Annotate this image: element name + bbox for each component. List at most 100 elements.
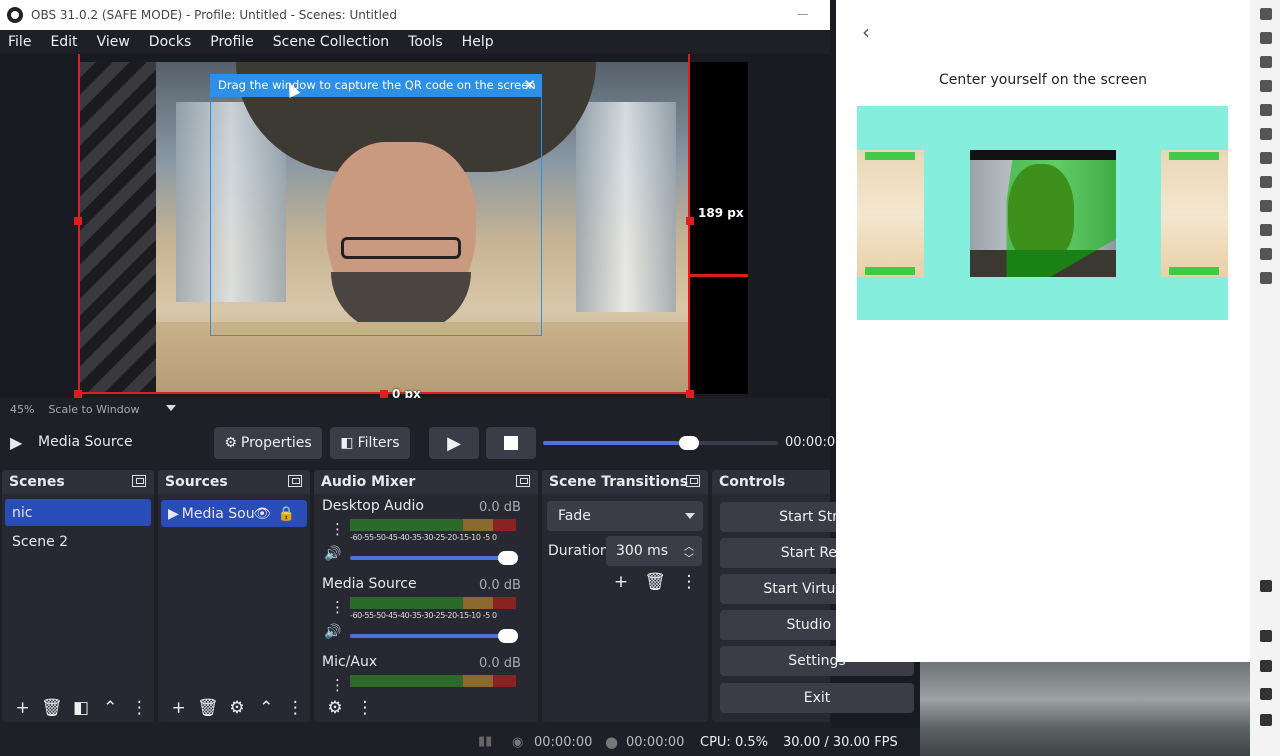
- volume-handle[interactable]: [498, 629, 518, 643]
- meter-scale: -60-55-50-45-40-35-30-25-20-15-10 -5 0: [350, 611, 497, 620]
- sources-toolbar: + 🗑 ⚙ ⌃ ⋮: [158, 694, 310, 722]
- taskbar-icon[interactable]: [1260, 56, 1272, 68]
- more-icon[interactable]: ⋮: [281, 696, 310, 720]
- menu-edit[interactable]: Edit: [50, 34, 77, 50]
- resize-handle[interactable]: [74, 217, 82, 225]
- minimize-icon[interactable]: [798, 14, 808, 15]
- lock-icon[interactable]: 🔒: [278, 506, 295, 522]
- menu-profile[interactable]: Profile: [210, 34, 254, 50]
- filters-button[interactable]: ◧ Filters: [330, 427, 410, 459]
- title-bar: OBS 31.0.2 (SAFE MODE) - Profile: Untitl…: [0, 0, 830, 30]
- taskbar-icon[interactable]: [1260, 714, 1272, 726]
- speaker-icon[interactable]: 🔊: [324, 624, 341, 640]
- taskbar-icon[interactable]: [1260, 224, 1272, 236]
- microphone-icon[interactable]: [1260, 660, 1272, 672]
- undock-icon[interactable]: [516, 475, 530, 487]
- dock-title-text: Scenes: [9, 474, 65, 490]
- media-seek-slider[interactable]: [543, 436, 778, 450]
- media-play-button[interactable]: ▶: [429, 427, 479, 459]
- menu-help[interactable]: Help: [462, 34, 494, 50]
- menu-view[interactable]: View: [97, 34, 130, 50]
- duration-spinbox[interactable]: 300 ms ︿ ﹀: [606, 536, 702, 566]
- volume-slider[interactable]: [350, 551, 518, 565]
- advanced-audio-gear-icon[interactable]: ⚙: [320, 696, 350, 720]
- scene-item[interactable]: nic: [5, 499, 151, 526]
- menu-file[interactable]: File: [8, 34, 31, 50]
- properties-button[interactable]: ⚙ Properties: [214, 427, 322, 459]
- taskbar-icon[interactable]: [1260, 80, 1272, 92]
- speaker-icon[interactable]: 🔊: [324, 546, 341, 562]
- taskbar-icon[interactable]: [1260, 176, 1272, 188]
- location-pin-icon[interactable]: [1260, 248, 1272, 260]
- undock-icon[interactable]: [132, 475, 146, 487]
- menu-scene-collection[interactable]: Scene Collection: [273, 34, 389, 50]
- trash-icon[interactable]: 🗑: [193, 696, 222, 720]
- filter-icon[interactable]: ◧: [66, 696, 95, 720]
- back-arrow-icon[interactable]: ‹: [862, 20, 870, 44]
- source-item[interactable]: ▶ Media Sou 👁 🔒: [161, 500, 307, 527]
- chevron-down-icon[interactable]: [166, 405, 176, 411]
- menu-docks[interactable]: Docks: [149, 34, 191, 50]
- qr-capture-titlebar[interactable]: Drag the window to capture the QR code o…: [210, 74, 542, 96]
- taskbar-icon[interactable]: [1260, 272, 1272, 284]
- exit-button[interactable]: Exit: [720, 683, 914, 713]
- taskbar-icon[interactable]: [1260, 128, 1272, 140]
- add-icon[interactable]: +: [164, 696, 193, 720]
- speaker-icon[interactable]: [1260, 688, 1272, 700]
- seek-handle[interactable]: [678, 436, 699, 450]
- close-icon[interactable]: ✕: [523, 76, 536, 94]
- chevron-down-icon: [685, 513, 695, 519]
- taskbar-icon[interactable]: [1260, 630, 1272, 642]
- qr-capture-frame[interactable]: [210, 96, 542, 336]
- channel-name: Mic/Aux: [322, 654, 378, 670]
- taskbar-icon[interactable]: [1260, 152, 1272, 164]
- crop-guide-line: [690, 274, 748, 277]
- add-icon[interactable]: +: [8, 696, 37, 720]
- more-icon[interactable]: ⋮: [674, 570, 704, 594]
- taskbar-icon[interactable]: [1260, 8, 1272, 20]
- chevron-up-icon[interactable]: ⌃: [252, 696, 281, 720]
- undock-icon[interactable]: [686, 475, 700, 487]
- transition-select[interactable]: Fade: [547, 501, 703, 531]
- trash-icon[interactable]: 🗑: [37, 696, 66, 720]
- chevron-up-icon[interactable]: ⌃: [96, 696, 125, 720]
- scale-mode-select[interactable]: Scale to Window: [48, 403, 139, 416]
- media-stop-button[interactable]: [486, 427, 536, 459]
- capture-side-left: [857, 150, 924, 277]
- more-icon[interactable]: ⋮: [350, 696, 380, 720]
- stream-time: 00:00:00: [534, 735, 593, 750]
- chevron-down-icon[interactable]: ﹀: [684, 550, 694, 565]
- resize-handle[interactable]: [74, 390, 82, 398]
- more-icon[interactable]: ⋮: [330, 676, 345, 694]
- dock-title-text: Sources: [165, 474, 228, 490]
- more-icon[interactable]: ⋮: [330, 598, 345, 616]
- taskbar-icon[interactable]: [1260, 32, 1272, 44]
- resize-handle[interactable]: [380, 390, 388, 398]
- eye-icon[interactable]: 👁: [253, 506, 271, 522]
- preview-canvas[interactable]: 189 px 0 px Drag the window to capture t…: [0, 54, 830, 401]
- channel-name: Desktop Audio: [322, 498, 424, 514]
- mixer-channel: Media Source 0.0 dB ⋮ -60-55-50-45-40-35…: [314, 576, 538, 652]
- add-icon[interactable]: +: [606, 570, 636, 594]
- camera-setup-panel: ‹ Center yourself on the screen: [836, 0, 1250, 662]
- resize-handle[interactable]: [686, 217, 694, 225]
- volume-handle[interactable]: [498, 551, 518, 565]
- sources-dock-title: Sources: [158, 470, 310, 494]
- trash-icon[interactable]: 🗑: [640, 570, 670, 594]
- zoom-level: 45%: [10, 402, 35, 416]
- more-icon[interactable]: ⋮: [330, 520, 345, 538]
- volume-slider[interactable]: [350, 629, 518, 643]
- taskbar-icon[interactable]: [1260, 580, 1272, 592]
- side-taskbar: [1250, 0, 1280, 756]
- taskbar-icon[interactable]: [1260, 104, 1272, 116]
- record-icon: ●: [605, 733, 619, 751]
- resize-handle[interactable]: [686, 390, 694, 398]
- more-icon[interactable]: ⋮: [125, 696, 154, 720]
- transition-select-value: Fade: [558, 508, 591, 524]
- gear-icon[interactable]: ⚙: [222, 696, 251, 720]
- scene-transitions-dock-title: Scene Transitions: [542, 470, 708, 494]
- menu-tools[interactable]: Tools: [408, 34, 443, 50]
- undock-icon[interactable]: [288, 475, 302, 487]
- taskbar-icon[interactable]: [1260, 200, 1272, 212]
- scene-item[interactable]: Scene 2: [5, 528, 151, 555]
